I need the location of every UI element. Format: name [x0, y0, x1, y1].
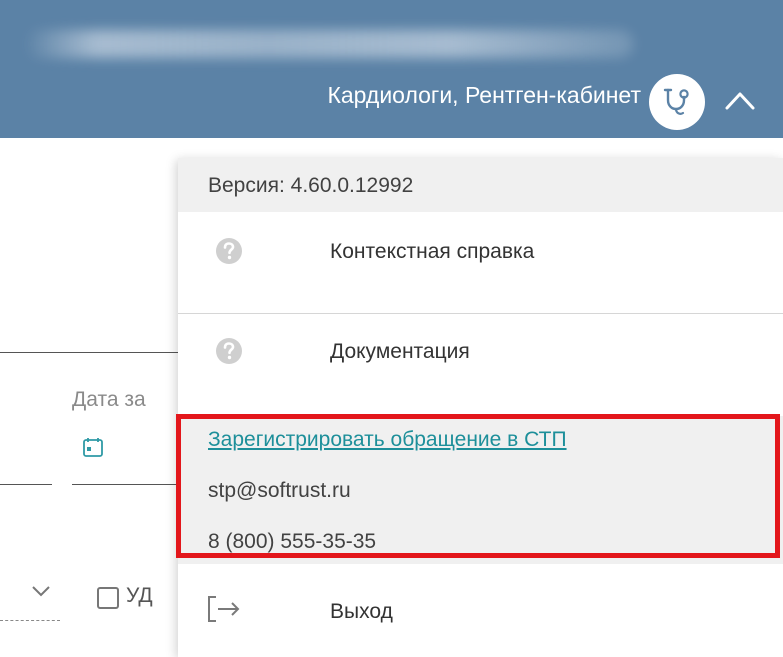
- stethoscope-icon: [663, 88, 689, 115]
- form-underline: [0, 484, 52, 485]
- register-support-request-link[interactable]: Зарегистрировать обращение в СТП: [208, 428, 567, 452]
- menu-item-label: Документация: [330, 340, 470, 363]
- menu-item-documentation[interactable]: Документация: [178, 312, 783, 408]
- calendar-icon[interactable]: [82, 436, 104, 458]
- user-avatar[interactable]: [649, 74, 705, 130]
- user-departments: Кардиологи, Рентген-кабинет: [327, 82, 641, 108]
- ud-checkbox[interactable]: [97, 587, 119, 609]
- logout-icon: [208, 596, 240, 622]
- select-underline: [0, 620, 60, 621]
- user-name-blurred: [24, 30, 634, 58]
- help-circle-icon: [216, 238, 242, 264]
- app-header: Кардиологи, Рентген-кабинет: [0, 0, 783, 138]
- menu-item-label: Выход: [330, 600, 393, 623]
- support-email: stp@softrust.ru: [208, 479, 351, 502]
- page: Кардиологи, Рентген-кабинет Дата за УД В…: [0, 0, 783, 657]
- menu-item-logout[interactable]: Выход: [178, 564, 783, 657]
- version-text: Версия: 4.60.0.12992: [208, 174, 414, 197]
- support-phone: 8 (800) 555-35-35: [208, 530, 377, 553]
- user-dropdown-menu: Версия: 4.60.0.12992 Контекстная справка…: [178, 158, 783, 657]
- chevron-up-icon[interactable]: [722, 82, 758, 118]
- help-circle-icon: [216, 338, 242, 364]
- version-row: Версия: 4.60.0.12992: [178, 158, 783, 212]
- menu-item-label: Контекстная справка: [330, 240, 535, 263]
- chevron-down-icon[interactable]: [30, 584, 52, 598]
- date-field-underline: [72, 484, 192, 485]
- ud-checkbox-label: УД: [126, 584, 153, 607]
- support-block: Зарегистрировать обращение в СТП stp@sof…: [178, 416, 783, 564]
- date-field-label: Дата за: [72, 388, 146, 411]
- form-underline: [0, 352, 185, 353]
- menu-item-context-help[interactable]: Контекстная справка: [178, 212, 783, 308]
